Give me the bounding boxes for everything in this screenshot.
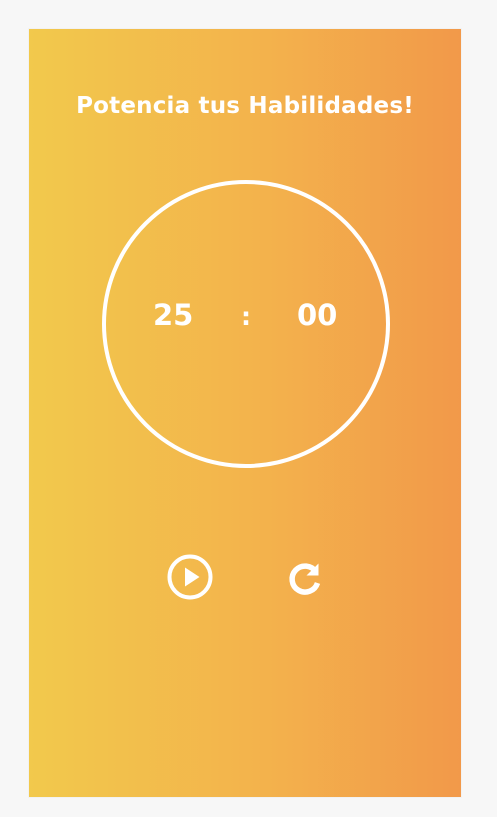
timer-card: Potencia tus Habilidades! 25 : 00 [29, 29, 461, 797]
play-button[interactable] [165, 552, 215, 602]
timer-separator: : [241, 302, 251, 331]
timer-seconds: 00 [297, 298, 338, 332]
reset-arrow-icon [283, 556, 327, 600]
page: Potencia tus Habilidades! 25 : 00 [0, 0, 497, 817]
page-title: Potencia tus Habilidades! [76, 93, 414, 119]
play-circle-icon [166, 553, 214, 601]
timer-minutes: 25 [153, 298, 194, 332]
reset-button[interactable] [280, 553, 330, 603]
